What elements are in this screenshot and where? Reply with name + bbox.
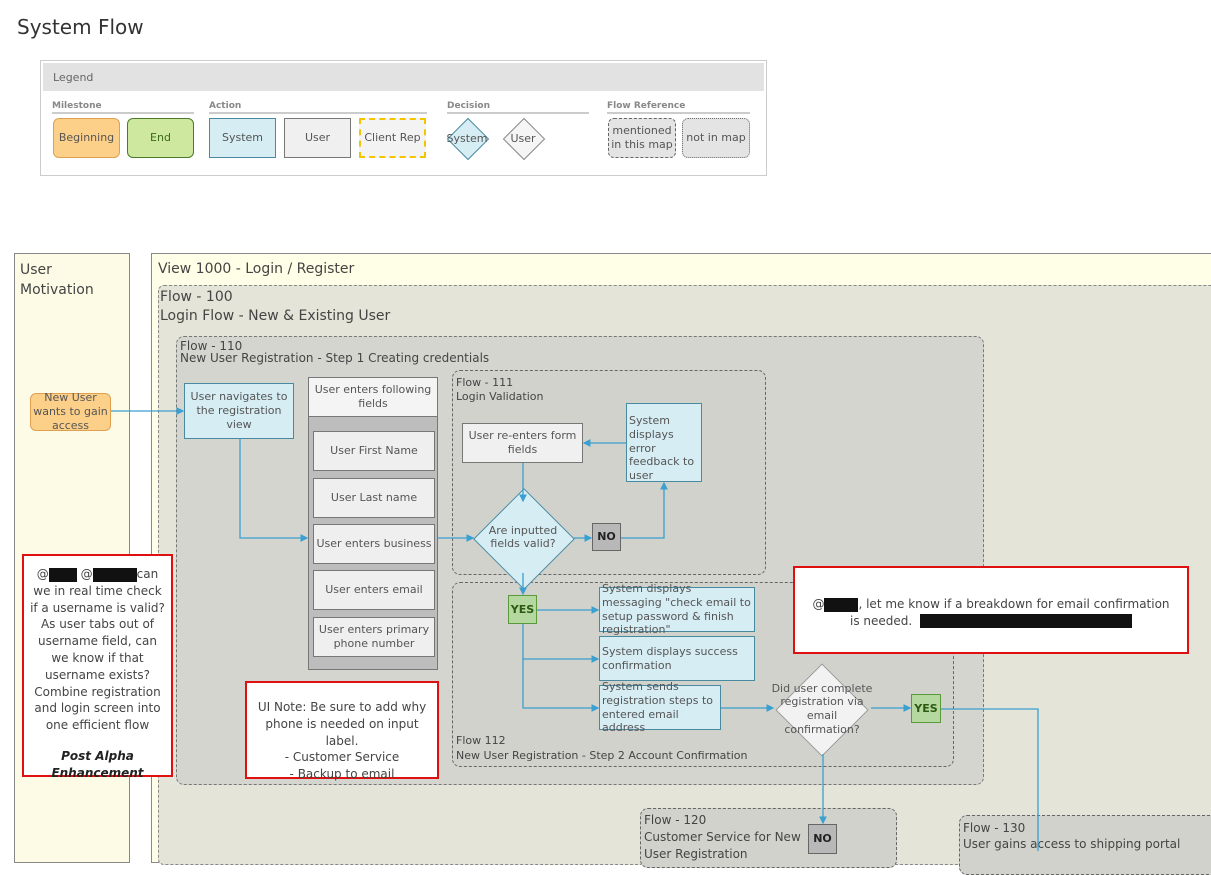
- no-node-1[interactable]: NO: [592, 523, 621, 551]
- no-node-2[interactable]: NO: [808, 824, 837, 854]
- flow-100-id: Flow - 100: [160, 289, 233, 305]
- valid-decision-label: Are inputted fields valid?: [488, 524, 558, 550]
- legend-section-decision: Decision: [447, 101, 589, 114]
- email-note-mention: @: [812, 597, 825, 611]
- legend-title: Legend: [43, 63, 764, 91]
- legend-beginning: Beginning: [53, 118, 120, 158]
- reenter-node[interactable]: User re-enters form fields: [462, 423, 583, 463]
- legend-client-rep-action: Client Rep: [359, 118, 426, 158]
- legend-system-action: System: [209, 118, 276, 158]
- redacted-name: [92, 567, 137, 582]
- note-mention-prefix: @: [36, 567, 49, 581]
- error-feedback-node[interactable]: System displays error feedback to user: [626, 403, 702, 482]
- username-check-note: @ @ can we in real time check if a userna…: [22, 554, 173, 780]
- username-note-footer: Post Alpha Enhancement: [51, 748, 144, 780]
- flow-120: Flow - 120 Customer Service for New User…: [640, 808, 897, 868]
- complete-decision-label: Did user complete registration via email…: [771, 681, 873, 736]
- legend-section-flow-reference: Flow Reference: [607, 101, 750, 114]
- flow-130-name: User gains access to shipping portal: [963, 837, 1181, 851]
- redacted-name: [48, 567, 77, 582]
- send-registration-steps-node[interactable]: System sends registration steps to enter…: [599, 680, 721, 734]
- note-mention-prefix-2: @: [76, 567, 93, 581]
- fields-header-node[interactable]: User enters following fields: [308, 377, 438, 417]
- check-email-message-node[interactable]: System displays messaging "check email t…: [599, 582, 755, 636]
- yes-node-1[interactable]: YES: [508, 595, 537, 624]
- legend-section-milestone: Milestone: [52, 101, 194, 114]
- field-first-name[interactable]: User First Name: [313, 431, 435, 471]
- field-email[interactable]: User enters email: [313, 570, 435, 610]
- username-note-text: can we in real time check if a username …: [30, 567, 165, 733]
- field-phone[interactable]: User enters primary phone number: [313, 617, 435, 657]
- flow-120-name: Customer Service for New User Registrati…: [644, 830, 801, 861]
- flow-130: Flow - 130 User gains access to shipping…: [959, 815, 1211, 875]
- flow-120-id: Flow - 120: [644, 813, 707, 827]
- flow-100-name: Login Flow - New & Existing User: [160, 308, 391, 324]
- legend-section-action: Action: [209, 101, 427, 114]
- flow-110-name: New User Registration - Step 1 Creating …: [180, 351, 490, 365]
- phone-note-line-1: UI Note: Be sure to add why phone is nee…: [257, 700, 427, 748]
- legend-end: End: [127, 118, 194, 158]
- legend-flow-ref-mentioned: mentioned in this map: [608, 118, 676, 158]
- lane-user-motivation-title: User Motivation: [20, 262, 94, 298]
- lane-view-title: View 1000 - Login / Register: [158, 261, 355, 277]
- legend-flow-ref-not-in-map: not in map: [682, 118, 750, 158]
- redacted-text: [920, 614, 1133, 629]
- phone-ui-note: UI Note: Be sure to add why phone is nee…: [245, 681, 439, 781]
- legend-system-decision: System: [446, 131, 488, 145]
- page-title: System Flow: [17, 15, 144, 39]
- flow-111-name: Login Validation: [456, 390, 544, 403]
- legend-user-action: User: [284, 118, 351, 158]
- redacted-name: [824, 597, 859, 612]
- flow-130-id: Flow - 130: [963, 821, 1026, 835]
- legend-user-decision: User: [510, 131, 536, 145]
- legend: Legend Milestone Action Decision Flow Re…: [40, 60, 767, 176]
- email-breakdown-note: @, let me know if a breakdown for email …: [793, 566, 1189, 654]
- start-node[interactable]: New User wants to gain access: [30, 391, 111, 432]
- flow-112-name: New User Registration - Step 2 Account C…: [456, 749, 748, 762]
- success-confirmation-node[interactable]: System displays success confirmation: [599, 636, 755, 681]
- phone-note-line-3: - Backup to email: [289, 767, 395, 782]
- yes-node-2[interactable]: YES: [911, 694, 941, 723]
- navigate-node[interactable]: User navigates to the registration view: [184, 383, 294, 439]
- phone-note-line-2: - Customer Service: [284, 750, 400, 765]
- field-business[interactable]: User enters business: [313, 524, 435, 564]
- flow-112-id: Flow 112: [456, 734, 506, 747]
- field-last-name[interactable]: User Last name: [313, 478, 435, 518]
